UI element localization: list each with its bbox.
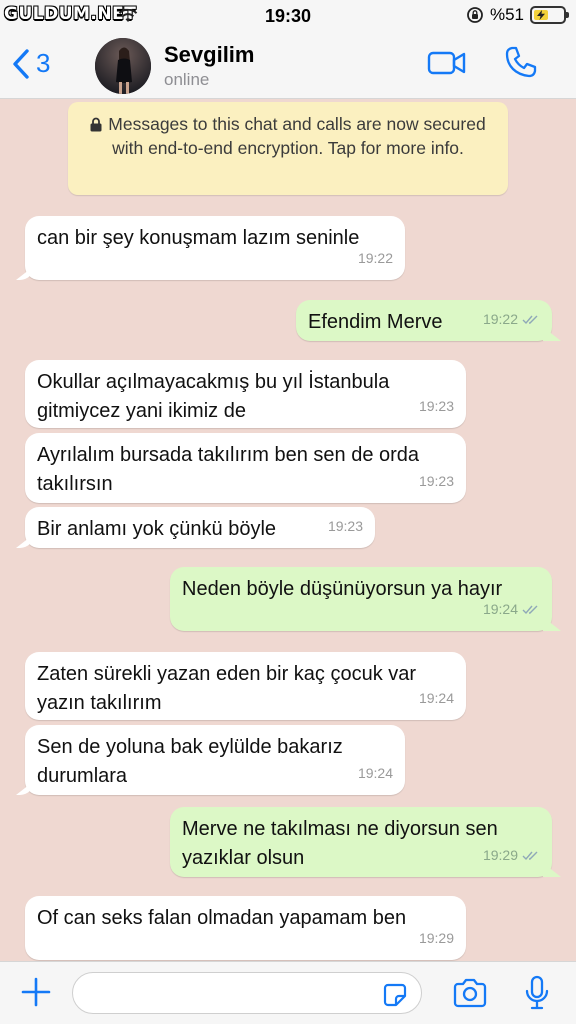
battery-percent: %51 bbox=[489, 5, 524, 24]
message-input-bar bbox=[0, 961, 576, 1024]
battery-level bbox=[534, 10, 549, 20]
message-text: can bir şey konuşmam lazım seninle bbox=[37, 227, 360, 249]
camera-icon[interactable] bbox=[452, 978, 488, 1008]
read-receipt-icon bbox=[522, 315, 538, 324]
contact-status: online bbox=[164, 70, 210, 89]
message-time: 19:22 bbox=[482, 311, 518, 327]
chat-area[interactable]: Messages to this chat and calls are now … bbox=[0, 99, 576, 961]
chat-header: 3 Sevgilim online bbox=[0, 32, 576, 99]
message-bubble[interactable]: Bir anlamı yok çünkü böyle 19:23 bbox=[25, 507, 375, 548]
message-time: 19:24 bbox=[357, 765, 393, 781]
charging-bolt-icon bbox=[537, 10, 546, 20]
message-bubble[interactable]: Neden böyle düşünüyorsun ya hayır 19:24 bbox=[170, 567, 552, 631]
avatar-photo bbox=[95, 38, 151, 94]
message-bubble[interactable]: can bir şey konuşmam lazım seninle 19:22 bbox=[25, 216, 405, 280]
contact-name[interactable]: Sevgilim bbox=[164, 42, 254, 68]
lock-icon bbox=[90, 117, 102, 132]
orientation-lock-icon bbox=[467, 7, 483, 23]
message-time: 19:23 bbox=[418, 398, 454, 414]
read-receipt-icon bbox=[522, 851, 538, 860]
message-bubble[interactable]: Merve ne takılması ne diyorsun sen yazık… bbox=[170, 807, 552, 877]
message-time: 19:23 bbox=[327, 518, 363, 534]
encryption-text: Messages to this chat and calls are now … bbox=[108, 114, 486, 158]
plus-icon[interactable] bbox=[20, 976, 52, 1008]
unread-count: 3 bbox=[36, 48, 51, 78]
status-bar: GULDUM.NET 19:30 %51 bbox=[0, 0, 576, 32]
message-text: Okullar açılmayacakmış bu yıl İstanbula … bbox=[37, 371, 395, 422]
read-receipt-icon bbox=[522, 605, 538, 614]
chevron-left-icon bbox=[13, 48, 29, 79]
sticker-icon[interactable] bbox=[381, 981, 409, 1009]
message-bubble[interactable]: Zaten sürekli yazan eden bir kaç çocuk v… bbox=[25, 652, 466, 720]
message-time: 19:24 bbox=[418, 690, 454, 706]
message-bubble[interactable]: Ayrılalım bursada takılırım ben sen de o… bbox=[25, 433, 466, 503]
message-bubble[interactable]: Efendim Merve 19:22 bbox=[296, 300, 552, 341]
message-time: 19:22 bbox=[357, 250, 393, 266]
message-text: Bir anlamı yok çünkü böyle bbox=[37, 518, 277, 540]
message-bubble[interactable]: Okullar açılmayacakmış bu yıl İstanbula … bbox=[25, 360, 466, 428]
message-time: 19:29 bbox=[482, 847, 518, 863]
message-text: Sen de yoluna bak eylülde bakarız duruml… bbox=[37, 736, 349, 787]
message-time: 19:23 bbox=[418, 473, 454, 489]
message-input[interactable] bbox=[72, 972, 422, 1014]
message-text: Of can seks falan olmadan yapamam ben bbox=[37, 907, 407, 929]
battery-icon bbox=[530, 6, 569, 24]
message-text: Zaten sürekli yazan eden bir kaç çocuk v… bbox=[37, 663, 422, 714]
video-call-icon[interactable] bbox=[427, 50, 467, 76]
status-indicators: %51 bbox=[466, 5, 569, 25]
encryption-banner[interactable]: Messages to this chat and calls are now … bbox=[68, 102, 508, 195]
message-time: 19:24 bbox=[482, 601, 518, 617]
message-text: Ayrılalım bursada takılırım ben sen de o… bbox=[37, 444, 425, 495]
message-bubble[interactable]: Sen de yoluna bak eylülde bakarız duruml… bbox=[25, 725, 405, 795]
microphone-icon[interactable] bbox=[524, 974, 550, 1012]
message-time: 19:29 bbox=[418, 930, 454, 946]
back-button[interactable]: 3 bbox=[12, 48, 50, 79]
message-bubble[interactable]: Of can seks falan olmadan yapamam ben 19… bbox=[25, 896, 466, 960]
phone-call-icon[interactable] bbox=[503, 44, 539, 80]
avatar[interactable] bbox=[95, 38, 151, 94]
